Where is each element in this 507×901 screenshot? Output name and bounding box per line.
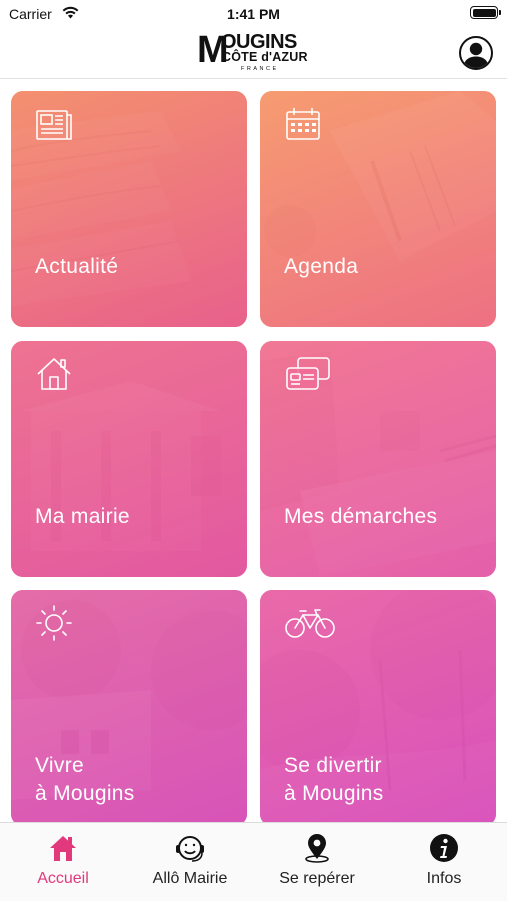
- tile-se-divertir-a-mougins[interactable]: Se divertir à Mougins: [260, 590, 496, 826]
- tile-label: Se divertir à Mougins: [284, 752, 384, 808]
- tile-mes-demarches[interactable]: Mes démarches: [260, 341, 496, 577]
- house-icon: [37, 358, 71, 390]
- logo-name: OUGINS: [221, 31, 297, 53]
- newspaper-icon: [36, 110, 72, 140]
- tab-label: Allô Mairie: [152, 870, 228, 887]
- tab-allo-mairie[interactable]: Allô Mairie: [127, 823, 253, 901]
- tile-label: Agenda: [284, 255, 359, 278]
- tile-ma-mairie[interactable]: Ma mairie: [11, 341, 247, 577]
- mougins-logo[interactable]: M OUGINS CÔTE d'AZUR FRANCE: [195, 30, 315, 74]
- logo-region: CÔTE d'AZUR: [222, 50, 308, 64]
- tab-accueil[interactable]: Accueil: [0, 823, 126, 901]
- info-icon: [430, 834, 458, 862]
- tab-label: Se repérer: [279, 870, 355, 887]
- home-icon: [50, 836, 76, 861]
- headset-icon: [176, 836, 204, 862]
- user-circle-icon[interactable]: [459, 36, 493, 70]
- tile-label-line1: Se divertir: [284, 754, 382, 777]
- tile-label: Vivre à Mougins: [35, 752, 135, 808]
- bicycle-icon: [285, 609, 335, 638]
- tab-label: Infos: [426, 870, 462, 887]
- tab-se-reperer[interactable]: Se repérer: [254, 823, 380, 901]
- tile-label-line2: à Mougins: [35, 782, 135, 805]
- tile-label: Ma mairie: [35, 505, 130, 528]
- status-bar: Carrier 1:41 PM: [0, 0, 507, 28]
- tab-infos[interactable]: Infos: [381, 823, 507, 901]
- status-time: 1:41 PM: [227, 6, 280, 22]
- tile-vivre-a-mougins[interactable]: Vivre à Mougins: [11, 590, 247, 826]
- cards-icon: [286, 357, 330, 390]
- map-pin-icon: [305, 834, 329, 863]
- calendar-icon: [286, 108, 320, 140]
- app-header: M OUGINS CÔTE d'AZUR FRANCE: [0, 28, 507, 79]
- battery-icon: [470, 6, 501, 19]
- tile-label-line1: Vivre: [35, 754, 84, 777]
- tile-label: Mes démarches: [284, 505, 438, 528]
- tab-label: Accueil: [37, 870, 89, 887]
- tile-label: Actualité: [35, 255, 119, 278]
- sun-icon: [36, 605, 72, 641]
- logo-country: FRANCE: [241, 66, 279, 72]
- tile-actualite[interactable]: Actualité: [11, 91, 247, 327]
- tab-bar: Accueil Allô Mairie Se repérer Infos: [0, 822, 507, 901]
- tile-agenda[interactable]: Agenda: [260, 91, 496, 327]
- home-tiles-grid: Actualité Agenda Ma mairie Mes démarches…: [0, 79, 507, 826]
- tile-label-line2: à Mougins: [284, 782, 384, 805]
